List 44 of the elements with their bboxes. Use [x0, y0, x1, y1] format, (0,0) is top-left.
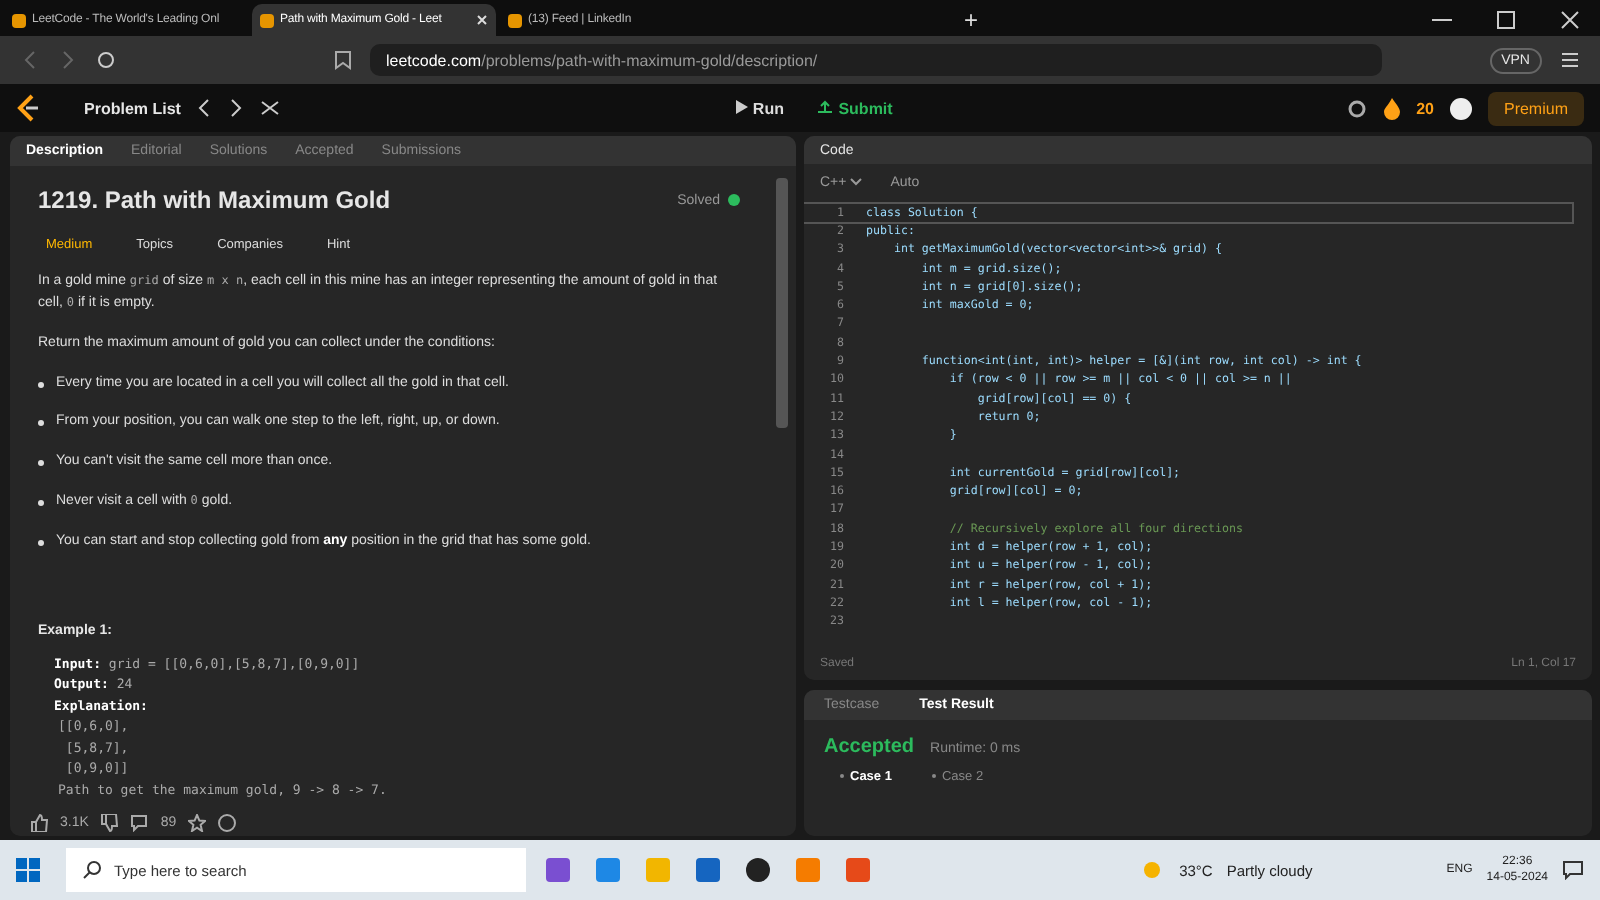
chevron-left-icon[interactable]	[196, 98, 213, 118]
solved-dot-icon	[728, 194, 740, 206]
scrollbar-thumb[interactable]	[776, 178, 788, 428]
avatar-icon[interactable]	[1449, 97, 1472, 119]
submit-button[interactable]: Submit	[807, 95, 901, 121]
close-icon[interactable]	[1560, 10, 1580, 30]
comment-icon[interactable]	[130, 813, 149, 831]
notification-icon[interactable]	[1562, 860, 1584, 880]
bullet-icon	[38, 381, 44, 388]
flame-icon	[1384, 97, 1401, 119]
run-button[interactable]: Run	[726, 95, 792, 121]
maximize-icon[interactable]	[1496, 10, 1516, 30]
tab-favicon-icon	[508, 13, 522, 27]
search-icon	[82, 860, 102, 880]
menu-icon[interactable]	[1560, 50, 1580, 70]
tab-favicon-icon	[260, 13, 274, 27]
problem-list-link[interactable]: Problem List	[84, 99, 181, 117]
chevron-right-icon[interactable]	[228, 98, 245, 118]
streak-count: 20	[1416, 99, 1434, 117]
settings-icon[interactable]	[1346, 97, 1369, 119]
help-icon[interactable]	[218, 813, 237, 831]
bookmark-icon[interactable]	[334, 50, 352, 70]
bullet-icon	[38, 500, 44, 507]
thumbs-down-icon[interactable]	[100, 813, 119, 831]
caret-icon	[850, 177, 863, 185]
tab-favicon-icon	[12, 13, 26, 27]
app-icon[interactable]	[746, 858, 770, 882]
close-tab-icon[interactable]	[476, 14, 488, 26]
problem-title: 1219. Path with Maximum Gold	[38, 186, 393, 214]
weather-icon	[1141, 860, 1166, 880]
logo-icon[interactable]	[16, 94, 40, 122]
play-icon	[734, 99, 749, 113]
bullet-icon	[38, 420, 44, 427]
star-icon[interactable]	[188, 813, 207, 831]
upload-icon	[815, 99, 834, 113]
address-bar[interactable]: leetcode.com/problems/path-with-maximum-gold/description/	[370, 44, 1382, 76]
new-tab-button[interactable]: +	[948, 4, 995, 36]
thumbs-up-icon[interactable]	[30, 813, 48, 831]
bullet-icon	[38, 539, 44, 546]
premium-button[interactable]: Premium	[1487, 91, 1584, 125]
verdict-label: Accepted	[824, 736, 915, 758]
bullet-icon	[38, 460, 44, 467]
reload-icon[interactable]	[96, 50, 116, 70]
windows-start-icon[interactable]	[16, 858, 40, 882]
